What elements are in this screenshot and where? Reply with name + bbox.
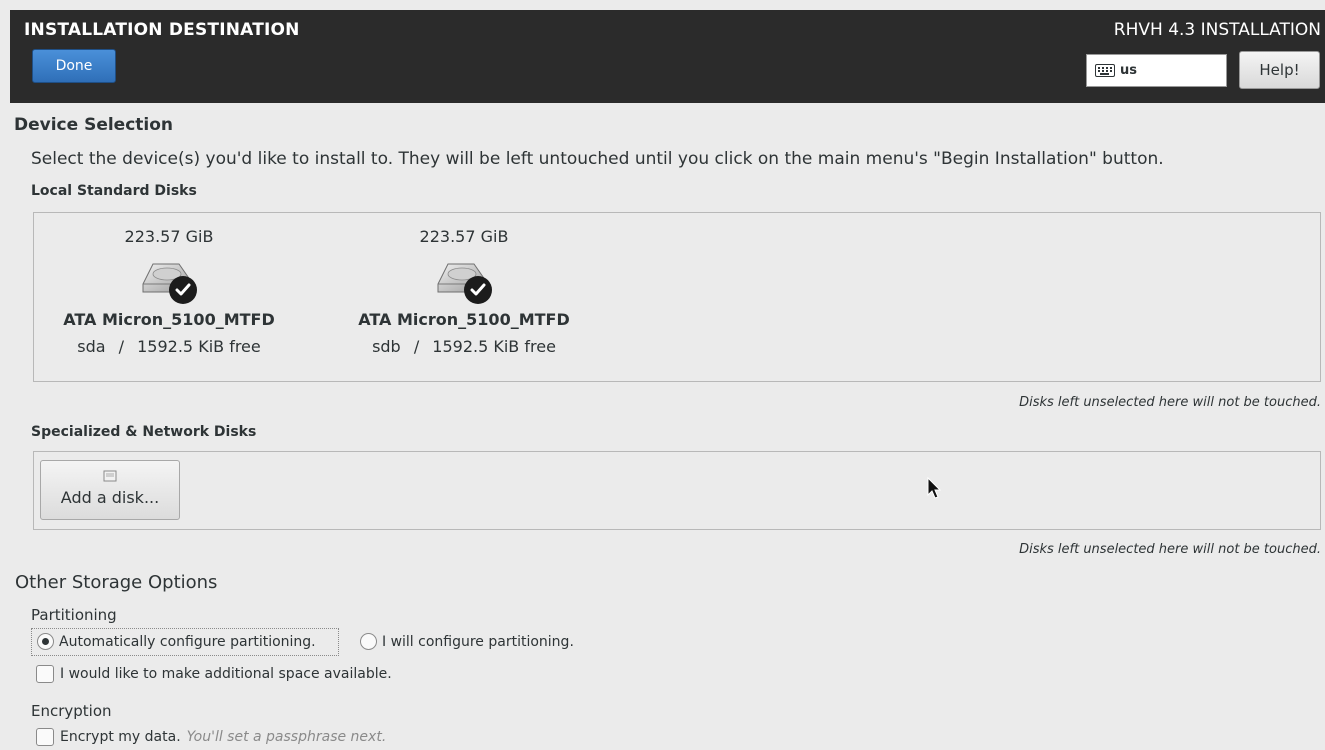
checkmark-icon (169, 276, 197, 304)
disk-device: sda (77, 337, 106, 356)
other-storage-heading: Other Storage Options (15, 572, 218, 593)
page-title: INSTALLATION DESTINATION (24, 20, 300, 40)
disk-free: 1592.5 KiB free (137, 337, 261, 356)
radio-button-unchecked[interactable] (360, 633, 377, 650)
encrypt-label: Encrypt my data. (60, 729, 181, 745)
auto-partitioning-label: Automatically configure partitioning. (59, 633, 316, 650)
disk-device-free: sdb / 1592.5 KiB free (372, 337, 556, 356)
auto-partitioning-radio[interactable]: Automatically configure partitioning. (37, 633, 316, 650)
disk-name: ATA Micron_5100_MTFD (358, 310, 570, 329)
local-disks-note: Disks left unselected here will not be t… (1019, 395, 1321, 410)
checkbox[interactable] (36, 728, 54, 746)
help-button[interactable]: Help! (1239, 51, 1320, 89)
checkbox[interactable] (36, 665, 54, 683)
header-bar: INSTALLATION DESTINATION Done RHVH 4.3 I… (10, 10, 1325, 103)
specialized-disks-heading: Specialized & Network Disks (31, 424, 257, 440)
manual-partitioning-label: I will configure partitioning. (382, 633, 574, 650)
keyboard-icon (1095, 64, 1115, 77)
local-disks-heading: Local Standard Disks (31, 183, 197, 199)
add-disk-label: Add a disk... (60, 488, 160, 507)
device-selection-description: Select the device(s) you'd like to insta… (31, 149, 1164, 169)
additional-space-label: I would like to make additional space av… (60, 666, 392, 682)
local-disks-panel: 223.57 GiB ATA Micron_5100_MTFD sda / 15… (33, 212, 1321, 382)
radio-button-checked[interactable] (37, 633, 54, 650)
disk-device: sdb (372, 337, 401, 356)
add-disk-button[interactable]: Add a disk... (40, 460, 180, 520)
encrypt-hint: You'll set a passphrase next. (186, 729, 387, 745)
manual-partitioning-radio[interactable]: I will configure partitioning. (360, 633, 574, 650)
keyboard-layout-label: us (1120, 63, 1137, 78)
partitioning-heading: Partitioning (31, 606, 117, 624)
disk-free: 1592.5 KiB free (432, 337, 556, 356)
disk-sda[interactable]: 223.57 GiB ATA Micron_5100_MTFD sda / 15… (34, 227, 304, 356)
specialized-disks-panel (33, 451, 1321, 530)
add-disk-icon (103, 470, 117, 482)
encryption-heading: Encryption (31, 702, 112, 720)
disk-size: 223.57 GiB (419, 227, 509, 246)
keyboard-layout-indicator[interactable]: us (1086, 54, 1227, 87)
disk-name: ATA Micron_5100_MTFD (63, 310, 275, 329)
mouse-pointer-icon (927, 477, 942, 499)
additional-space-checkbox[interactable]: I would like to make additional space av… (36, 665, 392, 683)
product-title: RHVH 4.3 INSTALLATION (1113, 20, 1321, 40)
specialized-disks-note: Disks left unselected here will not be t… (1019, 542, 1321, 557)
disk-size: 223.57 GiB (124, 227, 214, 246)
encrypt-checkbox[interactable]: Encrypt my data. You'll set a passphrase… (36, 728, 386, 746)
device-selection-heading: Device Selection (14, 115, 174, 135)
done-button[interactable]: Done (32, 49, 116, 83)
disk-device-free: sda / 1592.5 KiB free (77, 337, 261, 356)
disk-sdb[interactable]: 223.57 GiB ATA Micron_5100_MTFD sdb / 15… (329, 227, 599, 356)
checkmark-icon (464, 276, 492, 304)
